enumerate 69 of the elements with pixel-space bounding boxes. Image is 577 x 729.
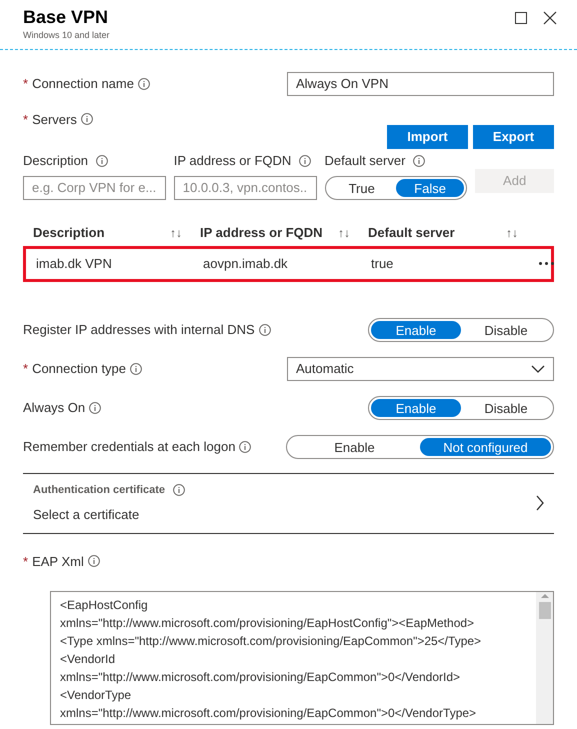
text-field[interactable]: e.g. Corp VPN for e... <box>23 176 166 200</box>
toolbar-button[interactable]: Import <box>387 125 468 149</box>
column-header[interactable]: IP address or FQDN <box>200 222 323 242</box>
xml-line: xmlns="http://www.microsoft.com/provisioning/EapHostConfig"><EapMethod> <box>60 615 476 632</box>
table-row[interactable]: imab.dk VPN aovpn.imab.dk true <box>23 246 554 282</box>
column-label: Default server <box>324 152 406 170</box>
info-icon[interactable] <box>80 113 93 126</box>
xml-line: <EapHostConfig <box>60 597 149 614</box>
chevron-right-icon <box>536 495 544 511</box>
field-label: Servers <box>32 110 77 128</box>
info-icon[interactable] <box>130 362 142 374</box>
sort-icon[interactable]: ↑↓ <box>170 224 182 242</box>
table-cell-text: imab.dk VPN <box>36 254 113 273</box>
info-icon[interactable] <box>239 440 252 452</box>
field-label: Remember credentials at each logon <box>23 438 236 456</box>
toggle-option[interactable]: Disable <box>461 320 551 338</box>
close-icon[interactable] <box>543 11 557 25</box>
info-icon[interactable] <box>413 154 426 167</box>
field-label: Always On <box>23 398 86 417</box>
required-asterisk: * <box>23 110 28 128</box>
more-icon[interactable] <box>539 262 554 265</box>
xml-line: <VendorId <box>60 651 116 668</box>
column-header[interactable]: Description <box>33 222 105 242</box>
toggle-option[interactable]: Not configured <box>420 438 551 456</box>
toolbar-button[interactable]: Export <box>473 125 554 149</box>
toggle-option[interactable]: False <box>396 178 464 196</box>
window-title: Base VPN <box>23 6 110 29</box>
column-label: IP address or FQDN <box>174 152 292 170</box>
field-label: Connection type <box>32 360 126 378</box>
field-label: EAP Xml <box>32 552 84 570</box>
required-asterisk: * <box>23 360 28 378</box>
field-label: Connection name <box>32 74 134 93</box>
toggle-option[interactable]: Enable <box>289 438 420 456</box>
scroll-thumb[interactable] <box>538 602 550 619</box>
info-icon[interactable] <box>258 324 271 336</box>
column-label: Description <box>23 152 88 170</box>
chevron-down-icon <box>531 364 545 372</box>
xml-line: xmlns="http://www.microsoft.com/provisioning/EapCommon">0</VendorId> <box>60 669 462 686</box>
field-label: Register IP addresses with internal DNS <box>23 320 255 339</box>
table-cell-text: aovpn.imab.dk <box>203 254 289 273</box>
toggle-option[interactable]: True <box>328 178 396 196</box>
xml-line: <Type xmlns="http://www.microsoft.com/provisioning/EapCommon">25</Type> <box>60 633 482 650</box>
toggle-option[interactable]: Disable <box>461 398 551 416</box>
certificate-selector[interactable]: Authentication certificate Select a certificate <box>23 472 554 534</box>
xml-line: xmlns="http://www.microsoft.com/provisioning/EapCommon">0</VendorType> <box>60 705 478 722</box>
toggle-option[interactable]: Enable <box>371 398 461 416</box>
toggle-option[interactable]: Enable <box>371 320 461 338</box>
text-field[interactable]: 10.0.0.3, vpn.contos... <box>174 176 316 200</box>
sort-icon[interactable]: ↑↓ <box>338 224 350 242</box>
info-icon[interactable] <box>89 402 102 414</box>
connection-type-dropdown[interactable]: Automatic <box>287 356 554 380</box>
connection-name-field[interactable]: Always On VPN <box>287 72 554 96</box>
required-asterisk: * <box>23 74 28 93</box>
info-icon[interactable] <box>138 78 150 90</box>
scrollbar[interactable] <box>536 592 553 724</box>
table-cell-text: true <box>371 254 394 273</box>
required-asterisk: * <box>23 552 28 570</box>
info-icon[interactable] <box>96 154 108 167</box>
maximize-icon[interactable] <box>515 12 527 24</box>
eap-xml-textarea[interactable] <box>50 591 554 725</box>
field-value: Select a certificate <box>33 506 140 524</box>
info-icon[interactable] <box>88 555 100 568</box>
info-icon[interactable] <box>299 154 312 167</box>
xml-line: <VendorType <box>60 687 132 704</box>
window-subtitle: Windows 10 and later <box>23 29 110 42</box>
field-label: Authentication certificate <box>33 483 166 498</box>
info-icon[interactable] <box>173 484 186 496</box>
column-header[interactable]: Default server <box>368 222 455 242</box>
sort-icon[interactable]: ↑↓ <box>506 224 518 242</box>
